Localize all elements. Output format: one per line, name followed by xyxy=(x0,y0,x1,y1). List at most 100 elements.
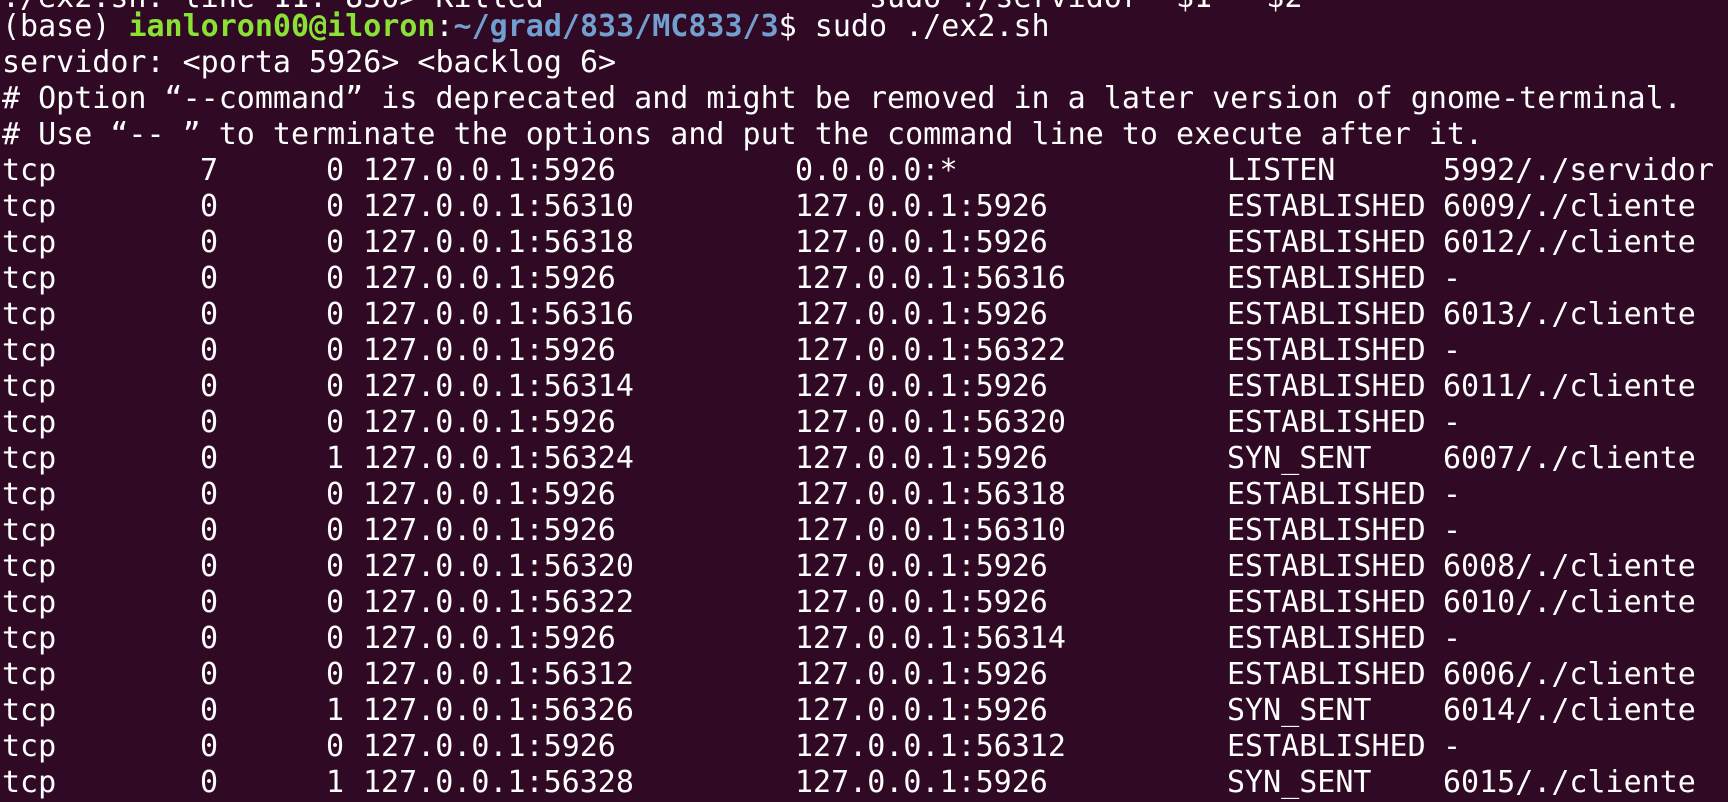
conn-send-q: 1 xyxy=(325,693,344,728)
conn-proto: tcp xyxy=(2,225,57,260)
conn-foreign-address: 127.0.0.1:5926 xyxy=(795,441,1048,476)
conn-pid-program: 6014/./cliente xyxy=(1443,693,1696,728)
conn-local-address: 127.0.0.1:5926 xyxy=(363,729,616,764)
conn-foreign-address: 127.0.0.1:56320 xyxy=(795,405,1066,440)
conn-local-address: 127.0.0.1:5926 xyxy=(363,261,616,296)
conn-send-q: 0 xyxy=(325,585,344,620)
output-line-servidor: servidor: <porta 5926> <backlog 6> xyxy=(2,45,617,80)
conn-state: ESTABLISHED xyxy=(1227,225,1426,260)
conn-pid-program: - xyxy=(1443,621,1462,656)
conn-foreign-address: 127.0.0.1:5926 xyxy=(795,189,1048,224)
conn-local-address: 127.0.0.1:56324 xyxy=(363,441,634,476)
conn-foreign-address: 127.0.0.1:5926 xyxy=(795,765,1048,800)
conn-pid-program: - xyxy=(1443,405,1462,440)
conn-pid-program: 6009/./cliente xyxy=(1443,189,1696,224)
conn-foreign-address: 127.0.0.1:5926 xyxy=(795,657,1048,692)
conn-foreign-address: 127.0.0.1:5926 xyxy=(795,549,1048,584)
conn-recv-q: 0 xyxy=(200,657,219,692)
conn-pid-program: 6012/./cliente xyxy=(1443,225,1696,260)
conn-send-q: 1 xyxy=(325,765,344,800)
conn-local-address: 127.0.0.1:56314 xyxy=(363,369,634,404)
conn-send-q: 1 xyxy=(325,441,344,476)
conn-state: ESTABLISHED xyxy=(1227,657,1426,692)
conn-recv-q: 0 xyxy=(200,261,219,296)
conn-foreign-address: 127.0.0.1:56312 xyxy=(795,729,1066,764)
conn-pid-program: - xyxy=(1443,513,1462,548)
conn-recv-q: 0 xyxy=(200,333,219,368)
conn-proto: tcp xyxy=(2,621,57,656)
conn-local-address: 127.0.0.1:56316 xyxy=(363,297,634,332)
conn-pid-program: 5992/./servidor xyxy=(1443,153,1714,188)
conn-proto: tcp xyxy=(2,441,57,476)
conn-proto: tcp xyxy=(2,693,57,728)
conn-local-address: 127.0.0.1:56318 xyxy=(363,225,634,260)
conn-send-q: 0 xyxy=(325,225,344,260)
conn-proto: tcp xyxy=(2,297,57,332)
conn-recv-q: 0 xyxy=(200,369,219,404)
conn-proto: tcp xyxy=(2,729,57,764)
prompt-separator: : xyxy=(435,9,454,44)
conn-foreign-address: 127.0.0.1:5926 xyxy=(795,225,1048,260)
conn-proto: tcp xyxy=(2,261,57,296)
conn-local-address: 127.0.0.1:56310 xyxy=(363,189,634,224)
conn-local-address: 127.0.0.1:56322 xyxy=(363,585,634,620)
conn-recv-q: 0 xyxy=(200,189,219,224)
conn-send-q: 0 xyxy=(325,297,344,332)
conn-send-q: 0 xyxy=(325,405,344,440)
conn-local-address: 127.0.0.1:5926 xyxy=(363,477,616,512)
prompt-user-host: ianloron00@iloron xyxy=(128,9,436,44)
conn-proto: tcp xyxy=(2,765,57,800)
conn-state: ESTABLISHED xyxy=(1227,369,1426,404)
conn-send-q: 0 xyxy=(325,477,344,512)
conn-state: ESTABLISHED xyxy=(1227,189,1426,224)
conn-foreign-address: 0.0.0.0:* xyxy=(795,153,958,188)
conn-recv-q: 0 xyxy=(200,297,219,332)
conn-local-address: 127.0.0.1:56320 xyxy=(363,549,634,584)
conn-pid-program: 6010/./cliente xyxy=(1443,585,1696,620)
prompt-path: ~/grad/833/MC833/3 xyxy=(453,9,779,44)
conn-proto: tcp xyxy=(2,369,57,404)
conn-send-q: 0 xyxy=(325,369,344,404)
conn-proto: tcp xyxy=(2,549,57,584)
conn-foreign-address: 127.0.0.1:5926 xyxy=(795,693,1048,728)
conn-local-address: 127.0.0.1:5926 xyxy=(363,333,616,368)
conn-proto: tcp xyxy=(2,153,57,188)
conn-proto: tcp xyxy=(2,585,57,620)
conn-recv-q: 0 xyxy=(200,477,219,512)
conn-send-q: 0 xyxy=(325,729,344,764)
conn-proto: tcp xyxy=(2,477,57,512)
conn-recv-q: 0 xyxy=(200,585,219,620)
conn-proto: tcp xyxy=(2,405,57,440)
conn-recv-q: 0 xyxy=(200,693,219,728)
conn-pid-program: - xyxy=(1443,477,1462,512)
conn-send-q: 0 xyxy=(325,657,344,692)
conn-send-q: 0 xyxy=(325,189,344,224)
conn-pid-program: 6011/./cliente xyxy=(1443,369,1696,404)
conn-local-address: 127.0.0.1:56326 xyxy=(363,693,634,728)
conn-pid-program: - xyxy=(1443,261,1462,296)
prompt-command: sudo ./ex2.sh xyxy=(814,9,1050,44)
conn-pid-program: 6015/./cliente xyxy=(1443,765,1696,800)
conn-foreign-address: 127.0.0.1:56316 xyxy=(795,261,1066,296)
conn-recv-q: 0 xyxy=(200,621,219,656)
conn-foreign-address: 127.0.0.1:56318 xyxy=(795,477,1066,512)
conn-proto: tcp xyxy=(2,333,57,368)
conn-pid-program: - xyxy=(1443,729,1462,764)
conn-state: SYN_SENT xyxy=(1227,441,1372,476)
conn-local-address: 127.0.0.1:5926 xyxy=(363,513,616,548)
conn-state: ESTABLISHED xyxy=(1227,729,1426,764)
output-line-option-warning: # Option “--command” is deprecated and m… xyxy=(2,81,1682,116)
conn-pid-program: 6013/./cliente xyxy=(1443,297,1696,332)
conn-state: ESTABLISHED xyxy=(1227,297,1426,332)
conn-recv-q: 0 xyxy=(200,513,219,548)
conn-state: LISTEN xyxy=(1227,153,1336,188)
conn-send-q: 0 xyxy=(325,153,344,188)
shell-prompt-line: (base) ianloron00@iloron:~/grad/833/MC83… xyxy=(2,9,1050,45)
conn-local-address: 127.0.0.1:56312 xyxy=(363,657,634,692)
conn-send-q: 0 xyxy=(325,261,344,296)
conn-local-address: 127.0.0.1:5926 xyxy=(363,153,616,188)
conn-local-address: 127.0.0.1:56328 xyxy=(363,765,634,800)
conn-state: ESTABLISHED xyxy=(1227,621,1426,656)
conn-foreign-address: 127.0.0.1:56314 xyxy=(795,621,1066,656)
terminal-window[interactable]: ./ex2.sh: line 11: 850> Killed sudo ./se… xyxy=(0,0,1728,802)
